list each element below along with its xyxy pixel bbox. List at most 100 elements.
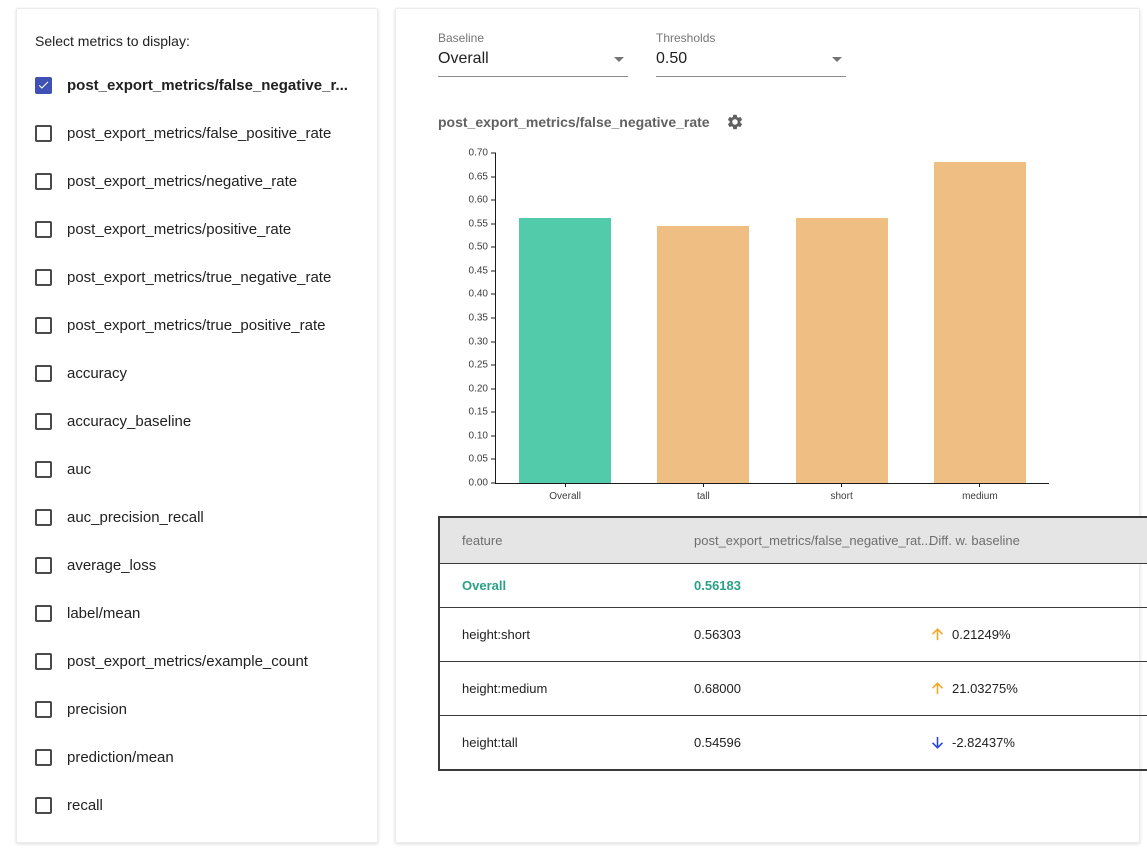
diff-value: 21.03275%: [952, 681, 1018, 696]
y-tick: 0.40: [469, 289, 496, 300]
metric-checkbox-item[interactable]: auc: [35, 445, 361, 493]
metric-label: post_export_metrics/true_negative_rate: [67, 269, 331, 286]
metric-checkbox-item[interactable]: post_export_metrics/positive_rate: [35, 205, 361, 253]
feature-cell: Overall: [439, 564, 672, 608]
metric-label: auc_precision_recall: [67, 509, 204, 526]
bar-medium[interactable]: [934, 162, 1026, 483]
thresholds-dropdown-group: Thresholds 0.50: [656, 31, 846, 77]
metric-label: post_export_metrics/true_positive_rate: [67, 317, 325, 334]
baseline-select[interactable]: Overall: [438, 50, 628, 77]
checkbox-icon[interactable]: [35, 125, 52, 142]
y-tick: 0.15: [469, 407, 496, 418]
metric-label: label/mean: [67, 605, 140, 622]
y-tick: 0.60: [469, 195, 496, 206]
col-header-metric: post_export_metrics/false_negative_rat..…: [672, 517, 907, 564]
metric-checkbox-item[interactable]: average_loss: [35, 541, 361, 589]
diff-value: 0.21249%: [952, 627, 1011, 642]
metric-checkbox-item[interactable]: post_export_metrics/true_negative_rate: [35, 253, 361, 301]
metric-label: recall: [67, 797, 103, 814]
metrics-table: feature post_export_metrics/false_negati…: [438, 516, 1147, 771]
y-tick: 0.30: [469, 336, 496, 347]
metric-label: post_export_metrics/false_negative_r...: [67, 77, 348, 94]
y-tick: 0.25: [469, 360, 496, 371]
metric-label: post_export_metrics/positive_rate: [67, 221, 291, 238]
metric-label: accuracy: [67, 365, 127, 382]
table-header-row: feature post_export_metrics/false_negati…: [439, 517, 1147, 564]
x-tick: short: [773, 483, 911, 502]
y-tick: 0.55: [469, 218, 496, 229]
metric-checkbox-item[interactable]: accuracy_baseline: [35, 397, 361, 445]
controls-row: Baseline Overall Thresholds 0.50: [438, 31, 1139, 77]
metric-label: average_loss: [67, 557, 156, 574]
checkbox-icon[interactable]: [35, 797, 52, 814]
y-tick: 0.20: [469, 383, 496, 394]
metric-checkbox-item[interactable]: label/mean: [35, 589, 361, 637]
checkbox-icon[interactable]: [35, 173, 52, 190]
diff-arrow-icon: [929, 680, 946, 697]
table-row[interactable]: height:tall 0.54596 -2.82437%: [439, 716, 1147, 771]
value-cell: 0.68000: [672, 662, 907, 716]
metric-checkbox-item[interactable]: accuracy: [35, 349, 361, 397]
x-tick: tall: [634, 483, 772, 502]
y-tick: 0.05: [469, 454, 496, 465]
metric-selector-panel: Select metrics to display: post_export_m…: [16, 8, 378, 843]
metric-checkbox-item[interactable]: precision: [35, 685, 361, 733]
checkbox-icon[interactable]: [35, 413, 52, 430]
checkbox-icon[interactable]: [35, 749, 52, 766]
diff-cell-wrap: 21.03275%: [907, 662, 1147, 716]
metric-checkbox-item[interactable]: post_export_metrics/true_positive_rate: [35, 301, 361, 349]
metric-label: accuracy_baseline: [67, 413, 191, 430]
baseline-value: Overall: [438, 50, 489, 68]
x-tick: medium: [911, 483, 1049, 502]
checkbox-icon[interactable]: [35, 605, 52, 622]
thresholds-value: 0.50: [656, 50, 687, 68]
diff-arrow-icon: [929, 734, 946, 751]
table-row[interactable]: height:short 0.56303 0.21249%: [439, 608, 1147, 662]
value-cell: 0.54596: [672, 716, 907, 771]
table-row[interactable]: Overall 0.56183: [439, 564, 1147, 608]
metric-label: post_export_metrics/false_positive_rate: [67, 125, 331, 142]
y-tick: 0.35: [469, 313, 496, 324]
metric-checkbox-item[interactable]: post_export_metrics/example_count: [35, 637, 361, 685]
checkbox-icon[interactable]: [35, 221, 52, 238]
table-row[interactable]: height:medium 0.68000 21.03275%: [439, 662, 1147, 716]
plot-area: 0.000.050.100.150.200.250.300.350.400.45…: [495, 153, 1049, 484]
feature-cell: height:tall: [439, 716, 672, 771]
diff-arrow-icon: [929, 626, 946, 643]
checkbox-icon[interactable]: [35, 365, 52, 382]
metric-checkbox-item[interactable]: post_export_metrics/false_positive_rate: [35, 109, 361, 157]
metric-label: post_export_metrics/negative_rate: [67, 173, 297, 190]
checkbox-icon[interactable]: [35, 269, 52, 286]
checkbox-icon[interactable]: [35, 77, 52, 94]
x-axis: Overalltallshortmedium: [496, 483, 1049, 502]
metric-checkbox-item[interactable]: recall: [35, 781, 361, 829]
gear-icon[interactable]: [726, 113, 744, 131]
metric-label: precision: [67, 701, 127, 718]
checkbox-icon[interactable]: [35, 557, 52, 574]
metric-checkbox-item[interactable]: post_export_metrics/false_negative_r...: [35, 61, 361, 109]
chart-title-row: post_export_metrics/false_negative_rate: [438, 113, 1139, 131]
bar-Overall[interactable]: [519, 218, 611, 483]
checkbox-icon[interactable]: [35, 653, 52, 670]
checkbox-icon[interactable]: [35, 317, 52, 334]
thresholds-label: Thresholds: [656, 31, 846, 45]
bars-container: [496, 153, 1049, 483]
value-cell: 0.56303: [672, 608, 907, 662]
bar-tall[interactable]: [657, 226, 749, 483]
bar-short[interactable]: [796, 218, 888, 483]
chart-title: post_export_metrics/false_negative_rate: [438, 114, 710, 130]
checkbox-icon[interactable]: [35, 461, 52, 478]
col-header-feature: feature: [439, 517, 672, 564]
metric-checkbox-item[interactable]: prediction/mean: [35, 733, 361, 781]
y-axis: 0.000.050.100.150.200.250.300.350.400.45…: [446, 153, 496, 483]
checkbox-icon[interactable]: [35, 701, 52, 718]
y-tick: 0.10: [469, 430, 496, 441]
metric-checkbox-item[interactable]: auc_precision_recall: [35, 493, 361, 541]
checkbox-icon[interactable]: [35, 509, 52, 526]
diff-cell-wrap: [907, 564, 1147, 608]
thresholds-select[interactable]: 0.50: [656, 50, 846, 77]
baseline-dropdown-group: Baseline Overall: [438, 31, 628, 77]
diff-value: -2.82437%: [952, 735, 1015, 750]
metric-checkbox-item[interactable]: post_export_metrics/negative_rate: [35, 157, 361, 205]
metric-label: prediction/mean: [67, 749, 174, 766]
